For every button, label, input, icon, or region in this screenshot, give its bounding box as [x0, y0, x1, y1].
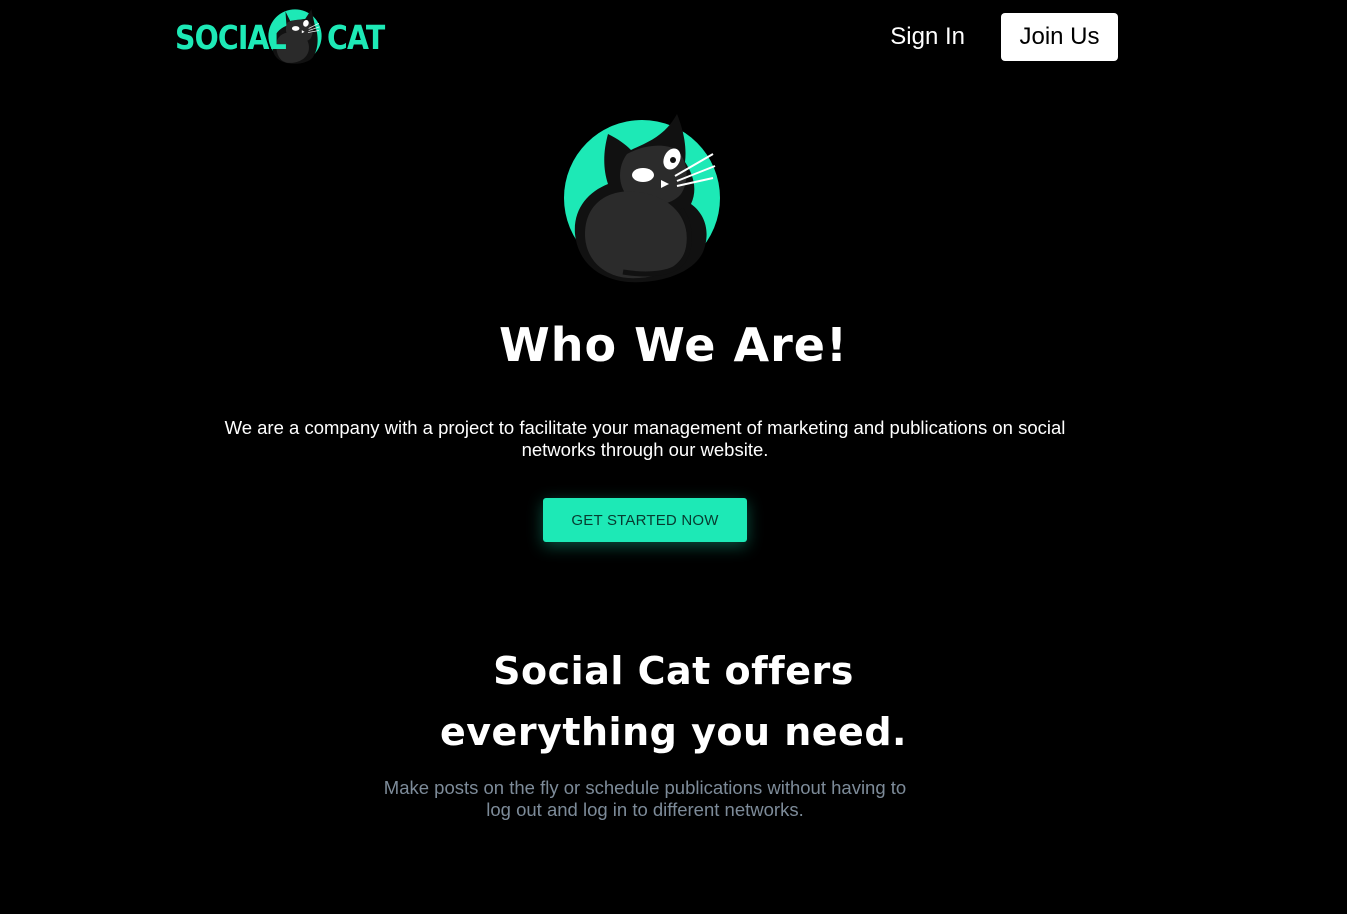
features-heading-line2: everything you need.: [440, 710, 907, 754]
join-us-button[interactable]: Join Us: [1001, 13, 1118, 61]
hero-description: We are a company with a project to facil…: [224, 417, 1066, 460]
logo-word-cat: CAT: [327, 17, 385, 57]
sign-in-link[interactable]: Sign In: [890, 23, 965, 51]
logo[interactable]: SOCIAL CAT: [175, 8, 385, 66]
features-heading: Social Cat offers everything you need.: [0, 641, 1347, 763]
cat-icon: [564, 114, 720, 283]
page-title: Who We Are!: [499, 318, 848, 372]
top-nav: Sign In Join Us: [890, 13, 1118, 61]
site-header: SOCIAL CAT Sign In Join Us: [0, 0, 1347, 75]
features-heading-line1: Social Cat offers: [493, 649, 854, 693]
logo-word-social: SOCIAL: [175, 17, 287, 57]
features-subtitle: Make posts on the fly or schedule public…: [383, 777, 907, 820]
get-started-button[interactable]: GET STARTED NOW: [543, 498, 747, 542]
